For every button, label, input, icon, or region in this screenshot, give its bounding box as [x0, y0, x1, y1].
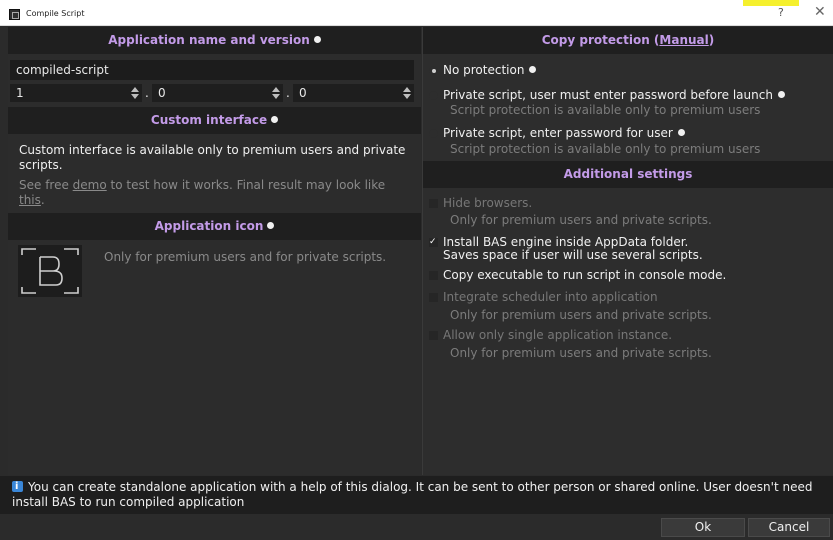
checkbox-hide-browsers[interactable]: Hide browsers.	[429, 195, 532, 211]
radio-button-icon[interactable]	[429, 129, 438, 138]
radio-private-password-launch[interactable]: Private script, user must enter password…	[429, 87, 785, 103]
ok-button[interactable]: Ok	[661, 518, 745, 537]
window-title: Compile Script	[26, 9, 85, 18]
highlight-marker	[743, 0, 799, 6]
close-button[interactable]: ✕	[814, 4, 826, 20]
appdata-description: Saves space if user will use several scr…	[443, 248, 703, 262]
dialog-footer: Ok Cancel	[0, 514, 833, 540]
checkbox-icon[interactable]	[429, 271, 438, 280]
version-patch-spinbox[interactable]: 0	[293, 84, 414, 102]
custom-interface-notice: Custom interface is available only to pr…	[19, 143, 406, 172]
radio-button-icon[interactable]	[429, 66, 438, 75]
premium-only-note: Script protection is available only to p…	[450, 142, 761, 156]
version-separator: .	[145, 86, 149, 100]
checkbox-icon[interactable]	[429, 293, 438, 302]
cancel-button[interactable]: Cancel	[748, 518, 830, 537]
app-logo-icon	[9, 9, 20, 20]
application-icon-header: Application icon	[8, 213, 421, 240]
left-panel: Application name and version 1 . 0 . 0 C…	[8, 27, 421, 475]
help-dot-icon[interactable]	[267, 222, 275, 229]
checkmark-icon[interactable]	[429, 234, 438, 250]
title-bar: Compile Script ? ✕	[0, 0, 833, 26]
help-dot-icon[interactable]	[677, 129, 685, 136]
app-icon-notice: Only for premium users and for private s…	[104, 250, 387, 264]
help-dot-icon[interactable]	[777, 91, 785, 98]
version-separator: .	[286, 86, 290, 100]
spin-arrows-icon[interactable]	[272, 87, 280, 99]
manual-link[interactable]: Manual	[659, 33, 708, 47]
info-icon	[12, 479, 23, 494]
custom-interface-header: Custom interface	[8, 107, 421, 134]
info-bar: You can create standalone application wi…	[0, 476, 833, 514]
copy-protection-header: Copy protection (Manual)	[423, 27, 833, 54]
demo-link[interactable]: demo	[73, 178, 107, 192]
version-major-spinbox[interactable]: 1	[10, 84, 142, 102]
radio-button-icon[interactable]	[429, 91, 438, 100]
checkbox-single-instance[interactable]: Allow only single application instance.	[429, 327, 672, 343]
checkbox-console-mode[interactable]: Copy executable to run script in console…	[429, 267, 726, 283]
custom-interface-demo-note: See free demo to test how it works. Fina…	[19, 178, 386, 207]
help-dot-icon[interactable]	[271, 116, 279, 123]
spin-arrows-icon[interactable]	[403, 87, 411, 99]
help-dot-icon[interactable]	[529, 66, 537, 73]
version-minor-spinbox[interactable]: 0	[152, 84, 283, 102]
help-dot-icon[interactable]	[313, 36, 321, 43]
radio-no-protection[interactable]: No protection	[429, 62, 537, 78]
spin-arrows-icon[interactable]	[131, 87, 139, 99]
app-name-version-header: Application name and version	[8, 27, 421, 54]
app-name-input[interactable]	[10, 60, 414, 80]
right-panel: Copy protection (Manual) No protection P…	[422, 27, 833, 475]
additional-settings-header: Additional settings	[423, 161, 833, 188]
checkbox-icon[interactable]	[429, 199, 438, 208]
premium-only-note: Only for premium users and private scrip…	[450, 308, 712, 322]
checkbox-icon[interactable]	[429, 331, 438, 340]
help-button[interactable]: ?	[778, 6, 784, 19]
radio-private-password-user[interactable]: Private script, enter password for user	[429, 125, 685, 141]
info-text: You can create standalone application wi…	[12, 480, 813, 509]
this-link[interactable]: this	[19, 193, 41, 207]
bas-logo-icon[interactable]	[18, 245, 82, 297]
premium-only-note: Script protection is available only to p…	[450, 103, 761, 117]
checkbox-integrate-scheduler[interactable]: Integrate scheduler into application	[429, 289, 658, 305]
premium-only-note: Only for premium users and private scrip…	[450, 346, 712, 360]
premium-only-note: Only for premium users and private scrip…	[450, 213, 712, 227]
